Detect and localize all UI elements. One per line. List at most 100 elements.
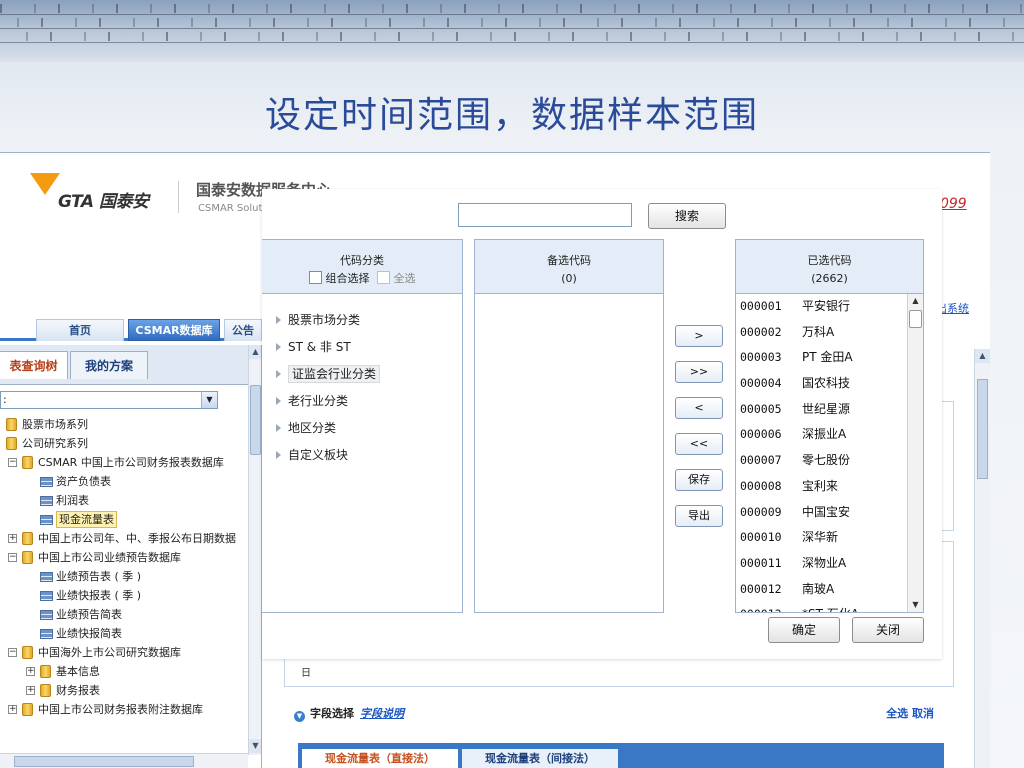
tab-query-tree[interactable]: 表查询树 <box>0 351 68 379</box>
list-item[interactable]: 000001 平安银行 <box>736 294 908 320</box>
collapse-circle-icon[interactable]: ▼ <box>294 711 305 722</box>
list-item[interactable]: 000004 国农科技 <box>736 371 908 397</box>
expand-triangle-icon[interactable] <box>276 343 281 351</box>
collapse-icon[interactable]: − <box>8 648 17 657</box>
main-vertical-scrollbar[interactable]: ▲ <box>974 349 990 768</box>
close-button[interactable]: 关闭 <box>852 617 924 643</box>
tree-item[interactable]: 业绩预告简表 <box>0 605 250 624</box>
collapse-icon[interactable]: − <box>8 553 17 562</box>
scroll-thumb[interactable] <box>14 756 194 767</box>
category-item[interactable]: 股票市场分类 <box>276 310 462 337</box>
scroll-up-icon[interactable]: ▲ <box>249 345 261 359</box>
expand-triangle-icon[interactable] <box>276 370 281 378</box>
stock-code: 000007 <box>740 453 782 468</box>
scroll-up-icon[interactable]: ▲ <box>908 294 923 308</box>
category-item[interactable]: ST & 非 ST <box>276 337 462 364</box>
add-all-button[interactable]: >> <box>675 361 723 383</box>
tree-item[interactable]: 股票市场系列 <box>0 415 250 434</box>
list-item[interactable]: 000006 深振业A <box>736 422 908 448</box>
tree-item[interactable]: 业绩预告表 ( 季 ) <box>0 567 250 586</box>
list-item[interactable]: 000013*ST 石化A <box>736 602 908 612</box>
scroll-thumb[interactable] <box>250 385 261 455</box>
scroll-down-icon[interactable]: ▼ <box>249 739 261 753</box>
expand-icon[interactable]: + <box>8 705 17 714</box>
tree-item[interactable]: − 中国上市公司业绩预告数据库 <box>0 548 250 567</box>
tab-my-plans[interactable]: 我的方案 <box>70 351 148 379</box>
add-button[interactable]: > <box>675 325 723 347</box>
database-icon <box>22 551 33 564</box>
nav-tab-csmar[interactable]: CSMAR数据库 <box>128 319 220 341</box>
tree-item[interactable]: 公司研究系列 <box>0 434 250 453</box>
tree-item[interactable]: 现金流量表 <box>0 510 250 529</box>
stock-code: 000009 <box>740 504 782 519</box>
select-all-link[interactable]: 全选 <box>886 707 908 720</box>
tree-item[interactable]: + 基本信息 <box>0 662 250 681</box>
tab-cashflow-direct[interactable]: 现金流量表（直接法） <box>302 749 458 768</box>
cancel-link[interactable]: 取消 <box>912 707 934 720</box>
remove-all-button[interactable]: << <box>675 433 723 455</box>
list-item[interactable]: 000005 世纪星源 <box>736 397 908 423</box>
search-button[interactable]: 搜索 <box>648 203 726 229</box>
category-item[interactable]: 老行业分类 <box>276 391 462 418</box>
list-item[interactable]: 000011 深物业A <box>736 551 908 577</box>
stock-name: 平安银行 <box>802 299 851 313</box>
export-button[interactable]: 导出 <box>675 505 723 527</box>
expand-triangle-icon[interactable] <box>276 397 281 405</box>
list-item[interactable]: 000010 深华新 <box>736 525 908 551</box>
scroll-thumb[interactable] <box>909 310 922 328</box>
list-item[interactable]: 000012 南玻A <box>736 577 908 603</box>
selected-code-list[interactable]: 000001 平安银行 000002 万科A 000003 PT 金田A 000004 国农科… <box>736 294 908 612</box>
database-icon <box>22 703 33 716</box>
tree-item[interactable]: − CSMAR 中国上市公司财务报表数据库 <box>0 453 250 472</box>
select-all-label: 全选 <box>393 272 416 285</box>
select-all-checkbox[interactable] <box>376 271 390 284</box>
ok-button[interactable]: 确定 <box>768 617 840 643</box>
list-item[interactable]: 000009 中国宝安 <box>736 500 908 526</box>
tree-horizontal-scrollbar[interactable] <box>0 753 248 768</box>
tree-item[interactable]: 业绩快报简表 <box>0 624 250 643</box>
field-help-link[interactable]: 字段说明 <box>360 707 404 720</box>
tree-item[interactable]: + 财务报表 <box>0 681 250 700</box>
code-list-scrollbar[interactable]: ▲ ▼ <box>907 294 923 612</box>
tree-item[interactable]: − 中国海外上市公司研究数据库 <box>0 643 250 662</box>
tree-item[interactable]: 利润表 <box>0 491 250 510</box>
tree-vertical-scrollbar[interactable]: ▲ ▼ <box>248 345 261 755</box>
nav-tab-notice[interactable]: 公告 <box>224 319 262 341</box>
expand-icon[interactable]: + <box>8 534 17 543</box>
tree-item[interactable]: + 中国上市公司年、中、季报公布日期数据 <box>0 529 250 548</box>
category-item[interactable]: 地区分类 <box>276 418 462 445</box>
tree-filter-select[interactable]: : ▼ <box>0 391 218 409</box>
tree-item[interactable]: 资产负债表 <box>0 472 250 491</box>
database-icon <box>6 418 17 431</box>
selected-count: (2662) <box>811 272 848 285</box>
list-item[interactable]: 000003 PT 金田A <box>736 345 908 371</box>
collapse-icon[interactable]: − <box>8 458 17 467</box>
tree-item[interactable]: + 中国上市公司财务报表附注数据库 <box>0 700 250 719</box>
stock-name: 深振业A <box>802 427 847 442</box>
stock-name: 深物业A <box>802 555 847 570</box>
tree-item[interactable]: 业绩快报表 ( 季 ) <box>0 586 250 605</box>
expand-triangle-icon[interactable] <box>276 316 281 324</box>
nav-tab-home[interactable]: 首页 <box>36 319 124 341</box>
search-input[interactable] <box>458 203 632 227</box>
scroll-down-icon[interactable]: ▼ <box>908 598 923 612</box>
list-item[interactable]: 000002 万科A <box>736 320 908 346</box>
category-item[interactable]: 自定义板块 <box>276 445 462 472</box>
combo-select-checkbox[interactable] <box>308 271 322 284</box>
category-list: 股票市场分类 ST & 非 ST 证监会行业分类 老行业分类 地区分类 自定义板块 <box>262 294 462 472</box>
category-item[interactable]: 证监会行业分类 <box>276 364 462 391</box>
save-button[interactable]: 保存 <box>675 469 723 491</box>
expand-icon[interactable]: + <box>26 686 35 695</box>
date-label-fragment: 日 <box>301 668 311 679</box>
list-item[interactable]: 000008 宝利来 <box>736 474 908 500</box>
stock-code: 000006 <box>740 427 782 442</box>
tab-cashflow-indirect[interactable]: 现金流量表（间接法） <box>462 749 618 768</box>
scroll-up-icon[interactable]: ▲ <box>975 349 990 363</box>
expand-triangle-icon[interactable] <box>276 451 281 459</box>
expand-triangle-icon[interactable] <box>276 424 281 432</box>
list-item[interactable]: 000007 零七股份 <box>736 448 908 474</box>
expand-icon[interactable]: + <box>26 667 35 676</box>
scroll-thumb[interactable] <box>977 379 988 479</box>
chevron-down-icon[interactable]: ▼ <box>201 392 217 408</box>
remove-button[interactable]: < <box>675 397 723 419</box>
